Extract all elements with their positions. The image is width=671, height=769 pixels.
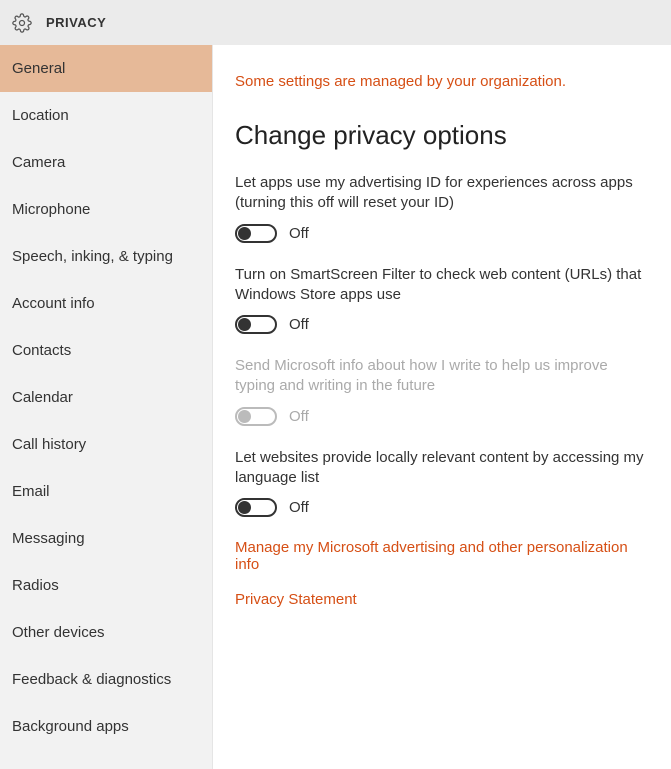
sidebar-item-background-apps[interactable]: Background apps [0,703,212,750]
toggle-state: Off [289,408,309,425]
sidebar-item-label: Speech, inking, & typing [12,248,173,265]
toggle-switch[interactable] [235,224,277,243]
sidebar-item-radios[interactable]: Radios [0,562,212,609]
sidebar-item-label: Background apps [12,718,129,735]
link-manage-advertising[interactable]: Manage my Microsoft advertising and othe… [235,539,649,573]
main-panel: Some settings are managed by your organi… [213,45,671,769]
toggle-switch[interactable] [235,498,277,517]
toggle-switch[interactable] [235,315,277,334]
sidebar-item-call-history[interactable]: Call history [0,421,212,468]
toggle-switch [235,407,277,426]
setting-label: Send Microsoft info about how I write to… [235,356,649,397]
sidebar-item-label: Calendar [12,389,73,406]
sidebar-item-label: Radios [12,577,59,594]
page-title: PRIVACY [46,15,106,30]
setting-advertising-id: Let apps use my advertising ID for exper… [235,173,649,243]
setting-typing-info: Send Microsoft info about how I write to… [235,356,649,426]
sidebar-item-label: Feedback & diagnostics [12,671,171,688]
toggle-state: Off [289,316,309,333]
sidebar-item-label: General [12,60,65,77]
toggle-row: Off [235,407,649,426]
sidebar-item-calendar[interactable]: Calendar [0,374,212,421]
sidebar-item-label: Email [12,483,50,500]
sidebar-item-feedback-diagnostics[interactable]: Feedback & diagnostics [0,656,212,703]
setting-label: Turn on SmartScreen Filter to check web … [235,265,649,306]
toggle-row: Off [235,224,649,243]
toggle-state: Off [289,499,309,516]
body: General Location Camera Microphone Speec… [0,45,671,769]
sidebar-item-speech-inking-typing[interactable]: Speech, inking, & typing [0,233,212,280]
sidebar-item-camera[interactable]: Camera [0,139,212,186]
setting-label: Let websites provide locally relevant co… [235,448,649,489]
sidebar-item-label: Call history [12,436,86,453]
sidebar: General Location Camera Microphone Speec… [0,45,213,769]
sidebar-item-label: Account info [12,295,95,312]
setting-label: Let apps use my advertising ID for exper… [235,173,649,214]
sidebar-item-email[interactable]: Email [0,468,212,515]
sidebar-item-label: Contacts [12,342,71,359]
sidebar-item-messaging[interactable]: Messaging [0,515,212,562]
sidebar-item-label: Microphone [12,201,90,218]
toggle-state: Off [289,225,309,242]
toggle-row: Off [235,498,649,517]
sidebar-item-microphone[interactable]: Microphone [0,186,212,233]
sidebar-item-label: Messaging [12,530,85,547]
gear-icon [12,13,32,33]
sidebar-item-label: Other devices [12,624,105,641]
sidebar-item-other-devices[interactable]: Other devices [0,609,212,656]
sidebar-item-account-info[interactable]: Account info [0,280,212,327]
sidebar-item-general[interactable]: General [0,45,212,92]
link-privacy-statement[interactable]: Privacy Statement [235,591,649,608]
setting-language-list: Let websites provide locally relevant co… [235,448,649,518]
org-managed-notice: Some settings are managed by your organi… [235,73,649,90]
sidebar-item-label: Location [12,107,69,124]
sidebar-item-location[interactable]: Location [0,92,212,139]
header: PRIVACY [0,0,671,45]
toggle-row: Off [235,315,649,334]
sidebar-item-contacts[interactable]: Contacts [0,327,212,374]
sidebar-item-label: Camera [12,154,65,171]
section-title: Change privacy options [235,120,649,151]
setting-smartscreen: Turn on SmartScreen Filter to check web … [235,265,649,335]
